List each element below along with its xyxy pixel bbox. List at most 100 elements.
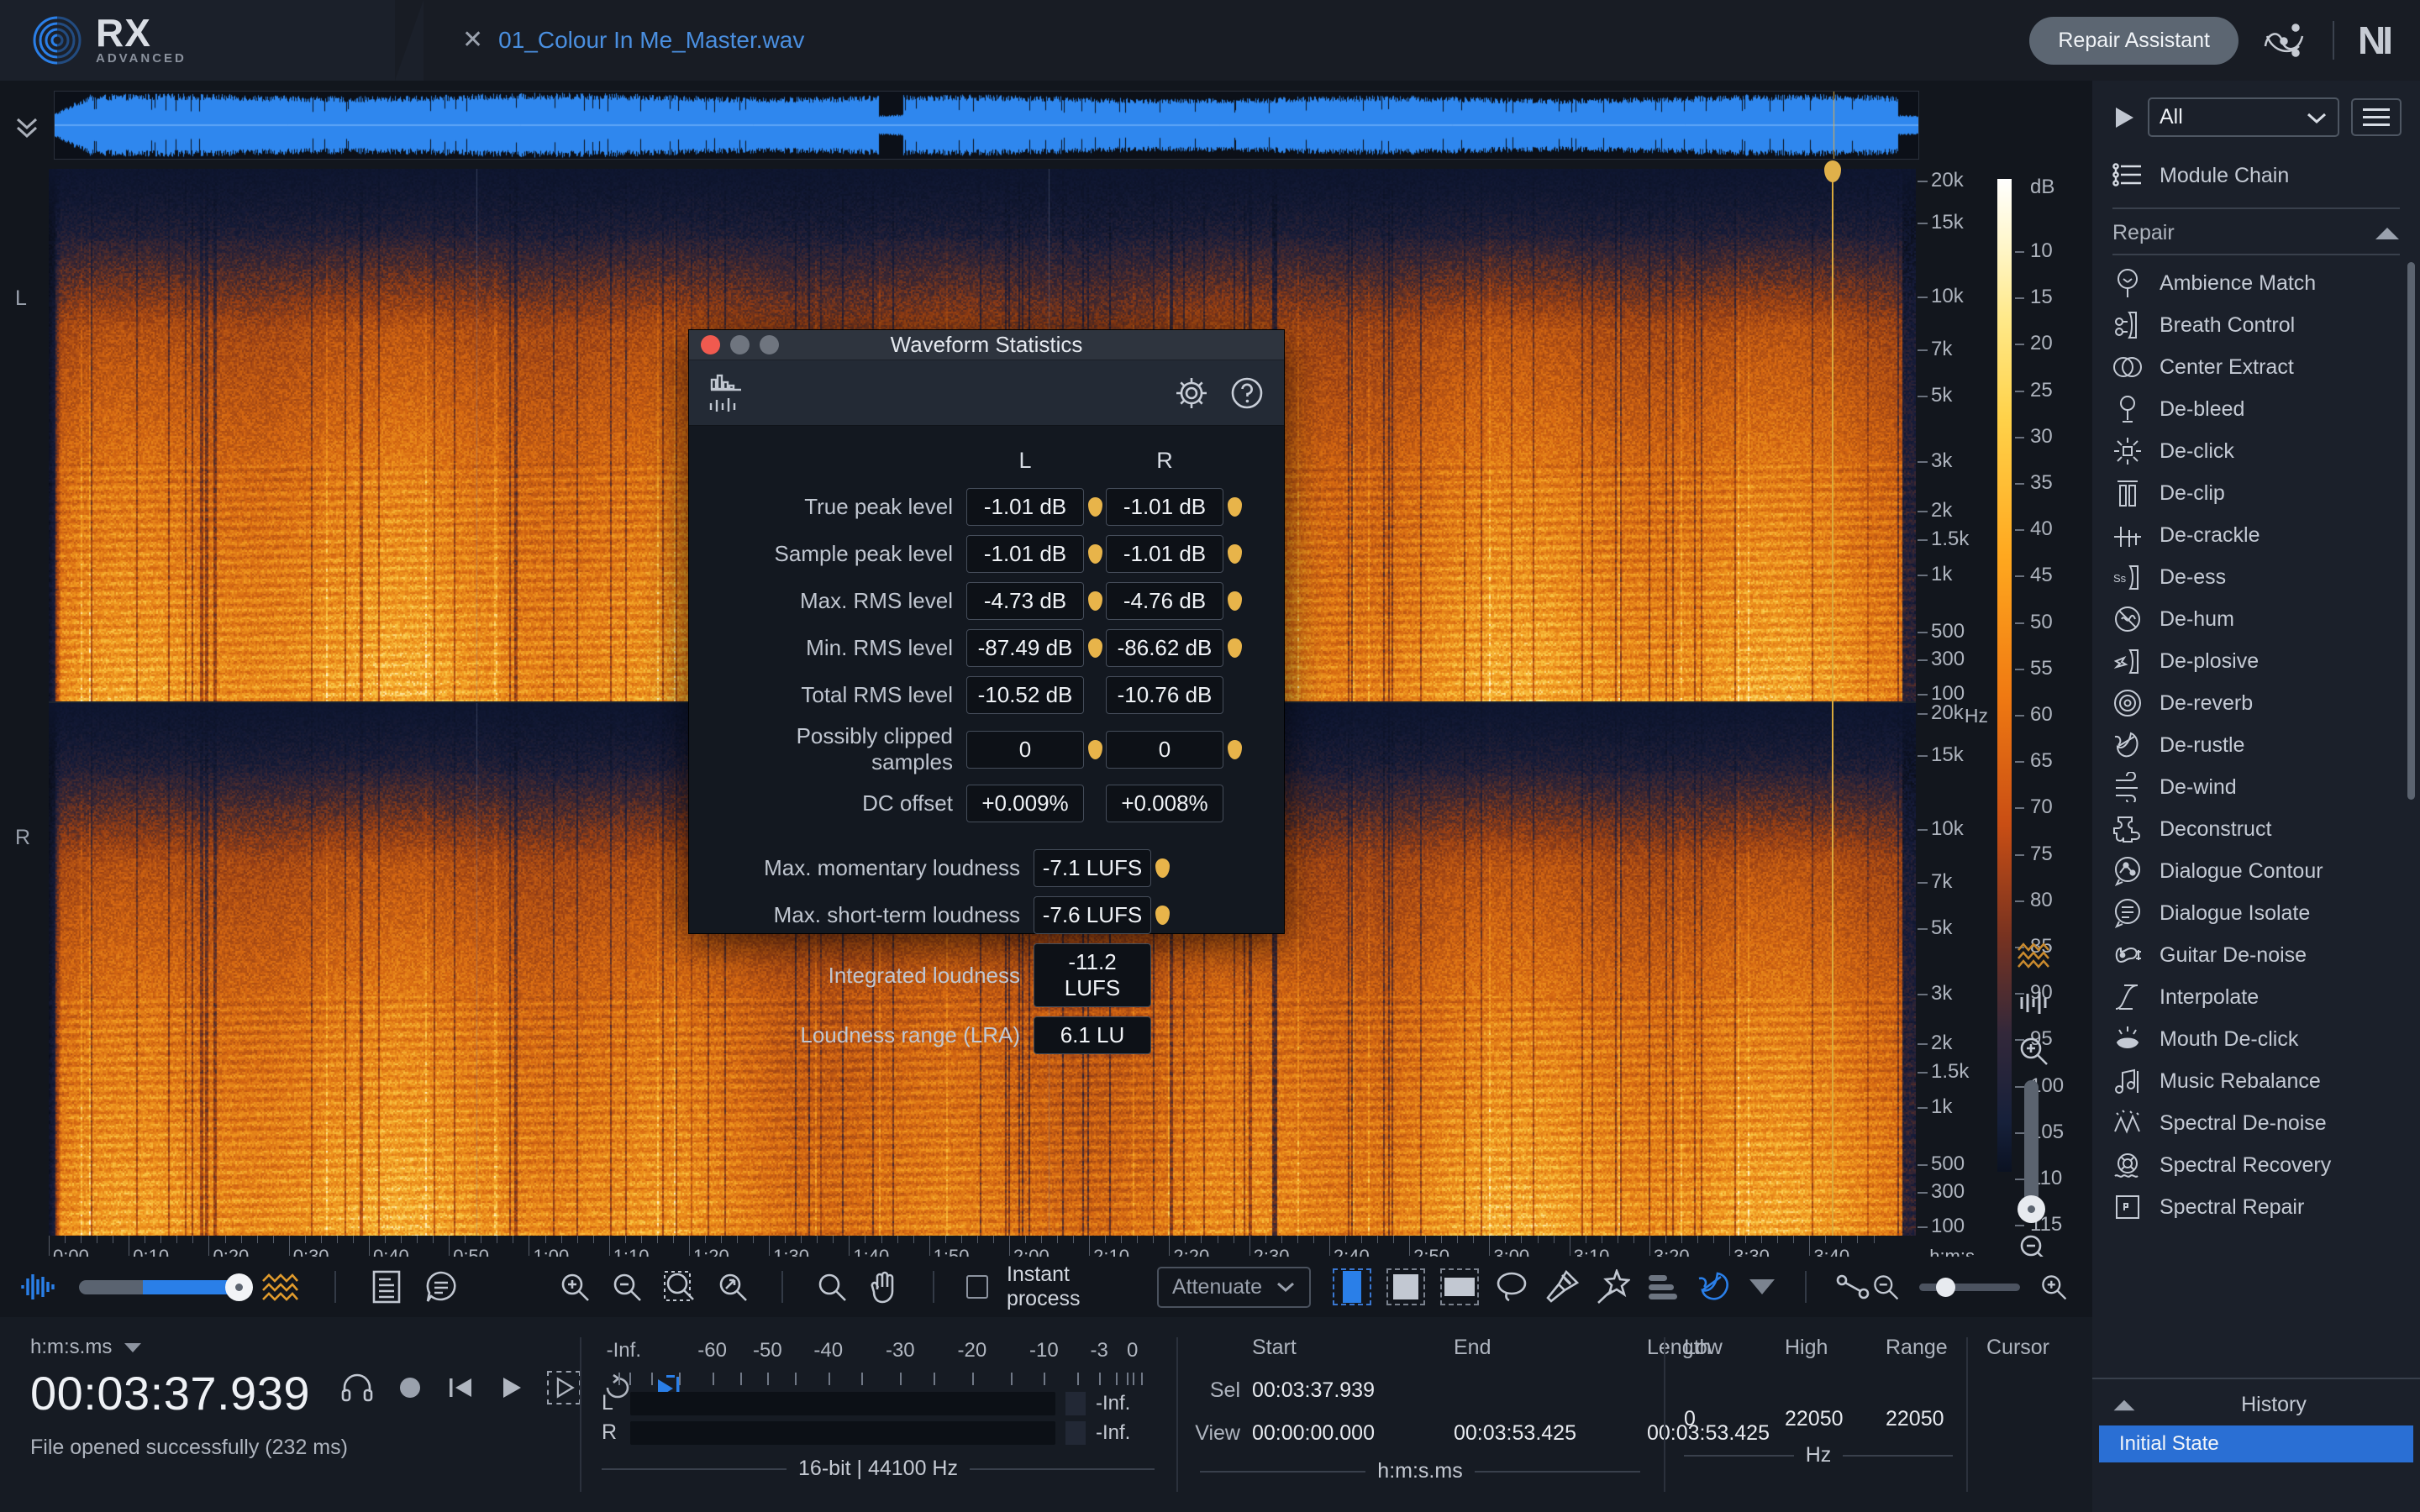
waveform-view-icon[interactable]	[2017, 990, 2052, 1016]
gear-icon[interactable]	[1173, 375, 1210, 412]
brush-selection-tool[interactable]	[1544, 1269, 1580, 1305]
sidebar-item-de-hum[interactable]: De-hum	[2092, 598, 2420, 640]
sidebar-item-de-reverb[interactable]: De-reverb	[2092, 682, 2420, 724]
loudness-value[interactable]: -11.2 LUFS	[1034, 943, 1151, 1007]
loudness-value[interactable]: -7.6 LUFS	[1034, 896, 1151, 934]
overview-waveform[interactable]	[54, 91, 1919, 160]
sidebar-item-de-ess[interactable]: SsDe-ess	[2092, 556, 2420, 598]
history-item[interactable]: Initial State	[2099, 1425, 2413, 1462]
stat-value-right[interactable]: +0.008%	[1106, 785, 1223, 822]
time-format-selector[interactable]: h:m:s.ms	[30, 1336, 310, 1359]
leaf-selection-tool[interactable]	[1696, 1270, 1733, 1304]
pin-marker-left[interactable]	[1088, 544, 1102, 564]
sidebar-item-dialogue-contour[interactable]: Dialogue Contour	[2092, 850, 2420, 892]
sidebar-item-de-clip[interactable]: De-clip	[2092, 472, 2420, 514]
play-icon[interactable]	[497, 1373, 525, 1402]
pin-marker[interactable]	[1155, 858, 1170, 878]
magic-wand-selection-tool[interactable]	[1595, 1269, 1630, 1305]
stat-value-right[interactable]: -4.76 dB	[1106, 582, 1223, 620]
stat-value-left[interactable]: +0.009%	[966, 785, 1084, 822]
dialog-titlebar[interactable]: Waveform Statistics	[689, 330, 1284, 360]
playhead-line[interactable]	[1832, 177, 1833, 1236]
loudness-value[interactable]: -7.1 LUFS	[1034, 849, 1151, 887]
view-end-value[interactable]: 00:03:53.425	[1454, 1421, 1647, 1446]
sidebar-item-mouth-de-click[interactable]: Mouth De-click	[2092, 1018, 2420, 1060]
overview-collapse-handle[interactable]	[0, 111, 54, 139]
zoom-fit-icon[interactable]	[716, 1270, 750, 1304]
stat-value-left[interactable]: -4.73 dB	[966, 582, 1084, 620]
help-icon[interactable]	[1228, 375, 1265, 412]
instant-process-checkbox[interactable]	[966, 1275, 988, 1299]
waveform-statistics-dialog[interactable]: Waveform Statistics LRTrue pe	[688, 329, 1285, 934]
squiggle-icon[interactable]	[2262, 21, 2309, 60]
waveform-icon[interactable]	[18, 1272, 57, 1302]
time-selection-tool[interactable]	[1333, 1268, 1371, 1305]
pin-marker-left[interactable]	[1088, 740, 1102, 759]
pin-marker-right[interactable]	[1228, 497, 1242, 517]
wide-rectangle-selection-tool[interactable]	[1440, 1268, 1479, 1305]
vertical-zoom-slider[interactable]	[2024, 1080, 2039, 1206]
repair-assistant-button[interactable]: Repair Assistant	[2029, 17, 2238, 65]
view-start-value[interactable]: 00:00:00.000	[1252, 1421, 1454, 1446]
process-mode-select[interactable]: Attenuate	[1157, 1267, 1311, 1308]
sidebar-item-spectral-repair[interactable]: Spectral Repair	[2092, 1186, 2420, 1220]
stat-value-left[interactable]: -1.01 dB	[966, 488, 1084, 526]
harmonic-selection-tool[interactable]	[1645, 1272, 1681, 1302]
spectrogram-gain-slider[interactable]	[79, 1280, 239, 1294]
spectrogram-view-icon[interactable]	[2017, 942, 2052, 969]
sidebar-item-interpolate[interactable]: Interpolate	[2092, 976, 2420, 1018]
frequency-high-value[interactable]: 22050	[1785, 1407, 1886, 1431]
sidebar-item-breath-control[interactable]: Breath Control	[2092, 304, 2420, 346]
sidebar-item-module-chain[interactable]: Module Chain	[2092, 149, 2420, 202]
stat-value-right[interactable]: -86.62 dB	[1106, 629, 1223, 667]
sidebar-item-guitar-de-noise[interactable]: Guitar De-noise	[2092, 934, 2420, 976]
sidebar-item-center-extract[interactable]: Center Extract	[2092, 346, 2420, 388]
monitor-headphones-icon[interactable]	[340, 1373, 374, 1402]
vertical-zoom-knob[interactable]	[2018, 1195, 2045, 1223]
sidebar-item-spectral-recovery[interactable]: Spectral Recovery	[2092, 1144, 2420, 1186]
sidebar-item-deconstruct[interactable]: Deconstruct	[2092, 808, 2420, 850]
stat-value-left[interactable]: -10.52 dB	[966, 676, 1084, 714]
horizontal-zoom-slider[interactable]	[1919, 1284, 2020, 1291]
zoom-in-icon[interactable]	[558, 1270, 592, 1304]
rectangle-selection-tool[interactable]	[1386, 1268, 1425, 1305]
skip-back-icon[interactable]	[446, 1373, 475, 1402]
spectrogram-icon[interactable]	[260, 1272, 299, 1302]
selection-start-value[interactable]: 00:03:37.939	[1252, 1378, 1454, 1403]
lasso-selection-tool[interactable]	[1494, 1270, 1529, 1304]
comment-icon[interactable]	[424, 1269, 459, 1305]
zoom-selection-icon[interactable]	[662, 1269, 697, 1305]
sidebar-item-spectral-de-noise[interactable]: Spectral De-noise	[2092, 1102, 2420, 1144]
sidebar-item-music-rebalance[interactable]: Music Rebalance	[2092, 1060, 2420, 1102]
horizontal-zoom-out-icon[interactable]	[1870, 1272, 1901, 1302]
file-tab[interactable]: ✕ 01_Colour In Me_Master.wav	[462, 0, 804, 81]
sidebar-item-dialogue-isolate[interactable]: Dialogue Isolate	[2092, 892, 2420, 934]
sidebar-category-repair[interactable]: Repair	[2092, 214, 2420, 254]
pin-marker-left[interactable]	[1088, 591, 1102, 611]
record-icon[interactable]	[396, 1373, 424, 1402]
play-icon[interactable]	[2112, 105, 2136, 130]
hamburger-menu-icon[interactable]	[2351, 98, 2402, 136]
pin-marker-left[interactable]	[1088, 638, 1102, 658]
horizontal-zoom-in-icon[interactable]	[2039, 1272, 2069, 1302]
close-icon[interactable]: ✕	[462, 28, 483, 53]
sidebar-item-de-plosive[interactable]: De-plosive	[2092, 640, 2420, 682]
zoom-out-icon[interactable]	[610, 1270, 644, 1304]
stat-value-left[interactable]: -87.49 dB	[966, 629, 1084, 667]
pin-marker-right[interactable]	[1228, 544, 1242, 564]
pin-marker-left[interactable]	[1088, 497, 1102, 517]
sidebar-item-de-wind[interactable]: De-wind	[2092, 766, 2420, 808]
magnify-icon[interactable]	[815, 1270, 849, 1304]
module-filter-select[interactable]: All	[2148, 97, 2339, 137]
pin-marker-right[interactable]	[1228, 638, 1242, 658]
meter-clip-right[interactable]	[1065, 1421, 1086, 1445]
hand-icon[interactable]	[867, 1269, 901, 1305]
stat-value-left[interactable]: -1.01 dB	[966, 535, 1084, 573]
loudness-value[interactable]: 6.1 LU	[1034, 1016, 1151, 1054]
stat-value-right[interactable]: -10.76 dB	[1106, 676, 1223, 714]
pin-marker-right[interactable]	[1228, 591, 1242, 611]
pen-tool[interactable]	[1835, 1270, 1870, 1304]
stat-value-right[interactable]: 0	[1106, 731, 1223, 769]
sidebar-item-de-rustle[interactable]: De-rustle	[2092, 724, 2420, 766]
sidebar-item-de-click[interactable]: De-click	[2092, 430, 2420, 472]
